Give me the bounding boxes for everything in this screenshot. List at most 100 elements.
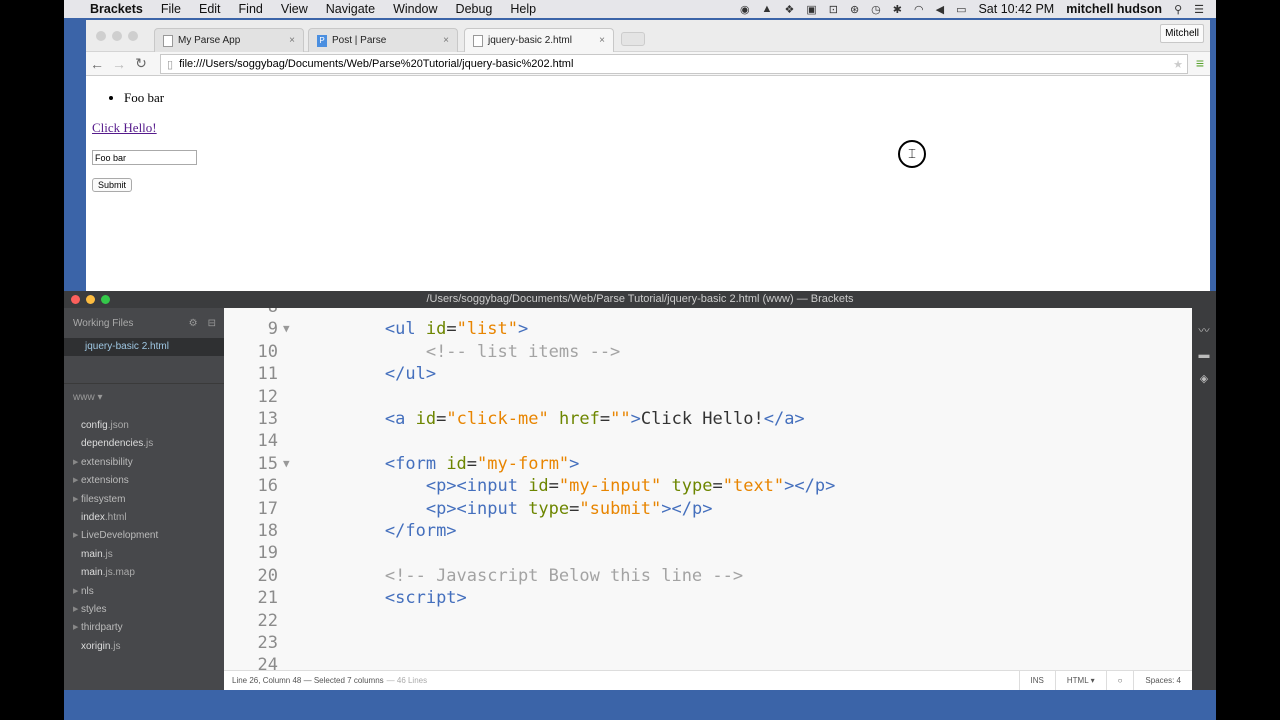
file-name: nls xyxy=(81,585,94,597)
working-file-item[interactable]: jquery-basic 2.html xyxy=(64,338,224,356)
display-icon[interactable]: ▣ xyxy=(806,3,816,16)
code-text: <form id="my-form"> xyxy=(303,453,580,475)
close-button[interactable] xyxy=(71,295,80,304)
sidebar: Working Files ⚙ ⊟ jquery-basic 2.html www … xyxy=(64,308,224,690)
folder-item[interactable]: ▶ filesystem xyxy=(64,491,224,509)
time-machine-icon[interactable]: ◷ xyxy=(871,3,881,16)
close-tab-icon[interactable]: × xyxy=(443,35,449,46)
code-text: <!-- Javascript Below this line --> xyxy=(303,565,743,587)
my-input[interactable] xyxy=(92,150,197,165)
notification-icon[interactable]: ▲ xyxy=(762,3,773,15)
file-name: index xyxy=(81,511,105,523)
token-txt: = xyxy=(599,409,611,429)
dropbox-icon[interactable]: ❖ xyxy=(784,3,794,16)
token-tag: </ul> xyxy=(384,364,437,385)
insert-mode[interactable]: INS xyxy=(1018,671,1055,690)
record-icon[interactable]: ◉ xyxy=(740,3,750,16)
tab-post-parse[interactable]: P Post | Parse × xyxy=(308,28,458,52)
tab-my-parse-app[interactable]: My Parse App × xyxy=(154,28,304,52)
file-name: styles xyxy=(81,603,107,615)
language-select[interactable]: HTML ▾ xyxy=(1054,671,1106,690)
notification-center-icon[interactable]: ☰ xyxy=(1194,3,1204,16)
minimize-button[interactable] xyxy=(112,31,122,41)
token-txt: = xyxy=(466,453,478,474)
file-item[interactable]: dependencies.js xyxy=(64,435,224,453)
menu-window[interactable]: Window xyxy=(393,2,437,16)
menu-file[interactable]: File xyxy=(161,2,181,16)
menu-app[interactable]: Brackets xyxy=(90,2,143,16)
code-editor[interactable]: 89▼ <ul id="list">10 <!-- list items -->… xyxy=(224,308,1192,670)
close-tab-icon[interactable]: × xyxy=(599,35,605,46)
back-icon[interactable]: ← xyxy=(86,56,108,72)
bookmark-star-icon[interactable]: ★ xyxy=(1173,58,1183,71)
spotlight-icon[interactable]: ⚲ xyxy=(1174,3,1182,16)
token-txt: = xyxy=(446,319,457,340)
menu-edit[interactable]: Edit xyxy=(199,2,221,16)
file-name: config xyxy=(81,420,108,431)
folder-item[interactable]: ▶ styles xyxy=(64,601,224,619)
split-view-icon[interactable]: ⊟ xyxy=(208,318,216,329)
submit-button[interactable]: Submit xyxy=(92,178,133,192)
close-tab-icon[interactable]: × xyxy=(289,35,295,46)
file-name: extensions xyxy=(81,475,129,487)
code-text: <script> xyxy=(303,587,467,609)
battery-icon[interactable]: ▭ xyxy=(956,3,966,16)
token-tag: <form xyxy=(384,453,447,474)
reload-icon[interactable]: ↻ xyxy=(130,55,152,72)
zoom-button[interactable] xyxy=(101,295,110,304)
line-number: 9 xyxy=(267,319,278,340)
tab-jquery-basic[interactable]: jquery-basic 2.html × xyxy=(464,28,614,52)
file-item[interactable]: main.js.map xyxy=(64,564,224,582)
token-txt: = xyxy=(436,409,447,429)
user-name[interactable]: mitchell hudson xyxy=(1066,2,1162,16)
line-number: 11 xyxy=(257,364,278,385)
click-hello-link[interactable]: Click Hello! xyxy=(92,120,1204,136)
gear-icon[interactable]: ⚙ xyxy=(189,318,198,329)
chrome-menu-icon[interactable]: ≡ xyxy=(1196,55,1204,71)
page-icon xyxy=(163,34,173,47)
extension-manager-icon[interactable]: ▬ xyxy=(1199,349,1210,361)
file-item[interactable]: config.json xyxy=(64,417,224,435)
expand-arrow-icon: ▶ xyxy=(73,605,79,613)
indent-setting[interactable]: Spaces: 4 xyxy=(1133,671,1192,690)
clock[interactable]: Sat 10:42 PM xyxy=(978,2,1054,16)
forward-icon[interactable]: → xyxy=(108,56,130,72)
creative-cloud-icon[interactable]: ⊛ xyxy=(850,3,859,16)
screen-record-icon[interactable]: ⊡ xyxy=(829,3,838,16)
zoom-button[interactable] xyxy=(128,31,138,41)
close-button[interactable] xyxy=(96,31,106,41)
folder-item[interactable]: ▶ thirdparty xyxy=(64,619,224,637)
profile-button[interactable]: Mitchell xyxy=(1160,24,1204,43)
fold-arrow-icon[interactable]: ▼ xyxy=(283,453,290,475)
folder-item[interactable]: ▶ extensions xyxy=(64,472,224,490)
menu-debug[interactable]: Debug xyxy=(456,2,493,16)
live-preview-icon[interactable]: 〰 xyxy=(1199,322,1210,338)
folder-item[interactable]: ▶ LiveDevelopment xyxy=(64,527,224,545)
file-item[interactable]: main.js xyxy=(64,546,224,564)
menu-view[interactable]: View xyxy=(281,2,308,16)
wifi-icon[interactable]: ◠ xyxy=(914,3,924,16)
token-tag: ></p> xyxy=(784,476,836,497)
volume-icon[interactable]: ◀ xyxy=(936,3,944,16)
file-name: xorigin xyxy=(81,640,111,652)
menu-find[interactable]: Find xyxy=(239,2,263,16)
minimize-button[interactable] xyxy=(86,295,95,304)
bluetooth-icon[interactable]: ✱ xyxy=(893,3,902,16)
layers-icon[interactable]: ◈ xyxy=(1200,372,1208,385)
file-item[interactable]: xorigin.js xyxy=(64,638,224,656)
divider xyxy=(64,356,224,384)
address-bar[interactable]: ▯ file:///Users/soggybag/Documents/Web/P… xyxy=(160,54,1188,74)
fold-arrow-icon[interactable]: ▼ xyxy=(283,318,290,340)
folder-item[interactable]: ▶ extensibility xyxy=(64,454,224,472)
project-dropdown[interactable]: www ▾ xyxy=(64,384,224,411)
menu-help[interactable]: Help xyxy=(510,2,536,16)
linter-status-icon[interactable]: ○ xyxy=(1105,671,1134,690)
folder-item[interactable]: ▶ nls xyxy=(64,583,224,601)
file-item[interactable]: index.html xyxy=(64,509,224,527)
menu-navigate[interactable]: Navigate xyxy=(326,2,375,16)
token-tag: <ul xyxy=(384,319,426,340)
tab-label: My Parse App xyxy=(178,35,241,46)
new-tab-button[interactable] xyxy=(621,32,645,46)
